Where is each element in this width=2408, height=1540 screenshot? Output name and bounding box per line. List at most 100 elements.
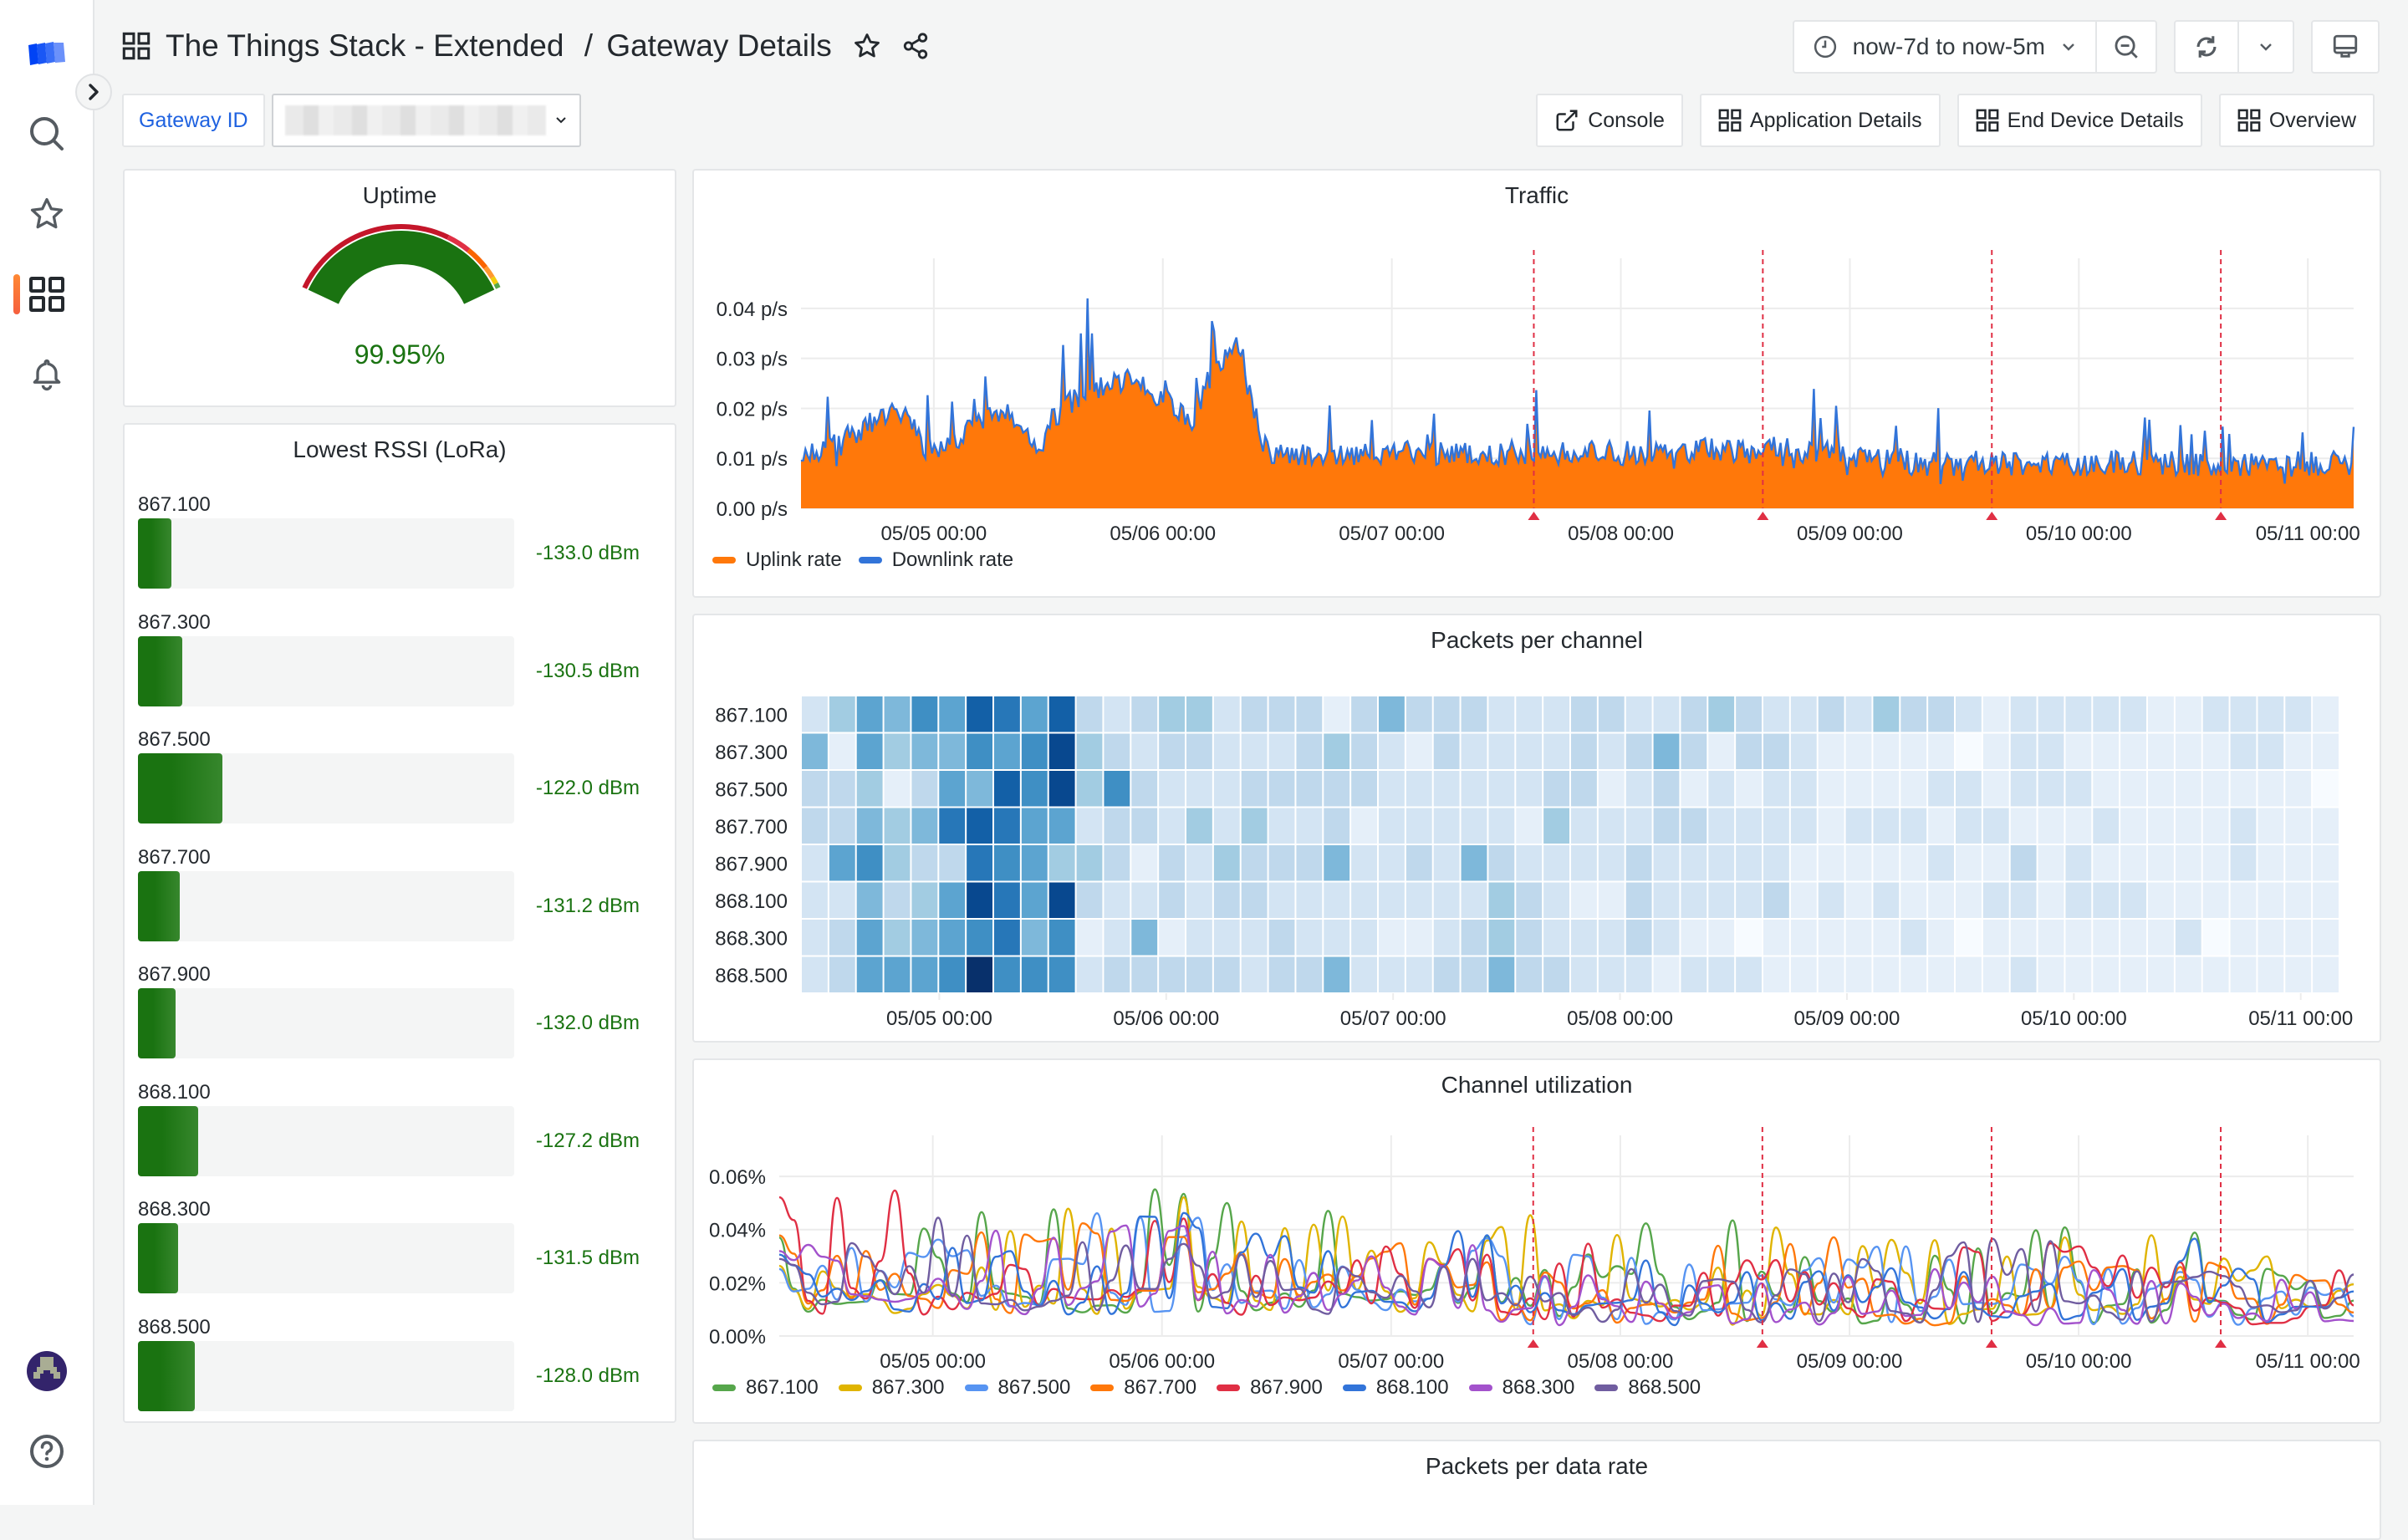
legend-item[interactable]: 867.100 [712,1376,819,1400]
link-end-device-details[interactable]: End Device Details [1956,94,2202,147]
heatmap-cell [1351,808,1377,844]
share-button[interactable] [895,26,936,66]
legend-item[interactable]: 868.100 [1342,1376,1449,1400]
heatmap-cell [829,808,855,844]
heatmap-cell [1048,733,1075,769]
heatmap-cell [1625,956,1652,992]
rssi-channel-label: 867.100 [138,493,211,516]
heatmap-cell [2065,808,2092,844]
legend-item[interactable]: 867.300 [838,1376,945,1400]
heatmap-cell [1488,696,1515,732]
legend-item[interactable]: 867.500 [964,1376,1070,1400]
mark-favorite-button[interactable] [847,26,887,66]
heatmap-cell [2120,882,2146,918]
heatmap-cell [1571,696,1597,732]
heatmap-cell [2258,920,2284,956]
heatmap-cell [1956,808,1982,844]
heatmap-cell [1708,808,1735,844]
heatmap-cell [1433,956,1460,992]
heatmap-cell [1021,845,1048,881]
heatmap-cell [1076,956,1103,992]
time-range-picker[interactable]: now-7d to now-5m [1794,22,2095,72]
heatmap-cell [994,882,1020,918]
heatmap-cell [1928,696,1954,732]
heatmap-cell [1021,956,1048,992]
heatmap-cell [1818,956,1844,992]
breadcrumb-separator: / [584,28,594,63]
heatmap-cell [1873,733,1900,769]
grafana-logo-icon[interactable] [23,30,70,77]
search-icon[interactable] [23,110,70,157]
heatmap-cell [2010,956,2037,992]
heatmap-cell [2120,956,2146,992]
legend-item[interactable]: 867.900 [1217,1376,1323,1400]
x-tick-label: 05/07 00:00 [1338,1350,1444,1373]
heatmap-cell [2285,845,2312,881]
legend-item[interactable]: 867.700 [1090,1376,1196,1400]
avatar[interactable] [23,1348,70,1395]
heatmap-cell [1598,845,1625,881]
heatmap-cell [994,771,1020,807]
heatmap-cell [1461,808,1487,844]
heatmap-cell [1571,956,1597,992]
heatmap-cell [1625,845,1652,881]
view-mode-button[interactable] [2313,22,2378,72]
breadcrumb-folder[interactable]: The Things Stack - Extended [166,28,564,63]
gateway-id-select[interactable] [271,94,581,147]
heatmap-cell [2202,956,2229,992]
packets-per-channel-heatmap[interactable]: 867.100 867.300 867.500 867.700 867.900 868.1… [694,615,2383,1044]
refresh-interval-dropdown[interactable] [2237,22,2293,72]
heatmap-cell [1159,845,1185,881]
expand-sidebar-button[interactable] [75,74,112,110]
annotation-flag [1527,1339,1539,1348]
heatmap-cell [2230,771,2257,807]
heatmap-cell [1324,733,1350,769]
help-icon[interactable] [23,1428,70,1475]
heatmap-cell [2202,920,2229,956]
heatmap-cell [2038,882,2064,918]
heatmap-cell [1186,920,1212,956]
heatmap-cell [1763,808,1789,844]
heatmap-cell [2202,808,2229,844]
gateway-id-value-redacted [284,105,546,135]
star-icon[interactable] [23,191,70,237]
heatmap-cell [2120,733,2146,769]
link-console[interactable]: Console [1536,94,1683,147]
heatmap-cell [1625,733,1652,769]
heatmap-cell [2313,808,2339,844]
heatmap-cell [1213,696,1240,732]
bell-icon[interactable] [23,351,70,398]
legend-item[interactable]: 868.500 [1594,1376,1701,1400]
rssi-bar-row: 867.500 -122.0 dBm [138,728,656,845]
heatmap-cell [2010,882,2037,918]
heatmap-cell [1131,920,1158,956]
heatmap-cell [1928,845,1954,881]
legend-item-uplink[interactable]: Uplink rate [712,548,842,572]
y-tick-label: 867.100 [715,704,788,727]
dashboards-grid-icon[interactable] [23,271,70,318]
zoom-out-button[interactable] [2095,22,2155,72]
heatmap-cell [1956,733,1982,769]
rssi-bar-track [138,518,514,589]
heatmap-cell [1131,696,1158,732]
heatmap-cell [2148,882,2174,918]
traffic-chart[interactable]: 0.00 p/s 0.01 p/s 0.02 p/s 0.03 p/s 0.04 p/s… [694,171,2383,599]
heatmap-cell [1982,696,2009,732]
heatmap-cell [1159,808,1185,844]
heatmap-cell [802,733,828,769]
link-label: Overview [2268,108,2356,132]
heatmap-cell [1790,733,1817,769]
channel-utilization-chart[interactable]: 0.00% 0.02% 0.04% 0.06% 05/05 00:00 05/06 00:… [694,1060,2383,1425]
link-overview[interactable]: Overview [2218,94,2375,147]
legend-item[interactable]: 868.300 [1468,1376,1574,1400]
heatmap-cell [1433,882,1460,918]
refresh-button[interactable] [2176,22,2237,72]
heatmap-cell [1956,771,1982,807]
heatmap-cell [1790,696,1817,732]
uptime-panel: Uptime 99.95% [123,169,676,407]
legend-item-downlink[interactable]: Downlink rate [858,548,1013,572]
heatmap-cell [1571,845,1597,881]
link-application-details[interactable]: Application Details [1699,94,1941,147]
heatmap-cell [1928,920,1954,956]
heatmap-cell [1818,696,1844,732]
